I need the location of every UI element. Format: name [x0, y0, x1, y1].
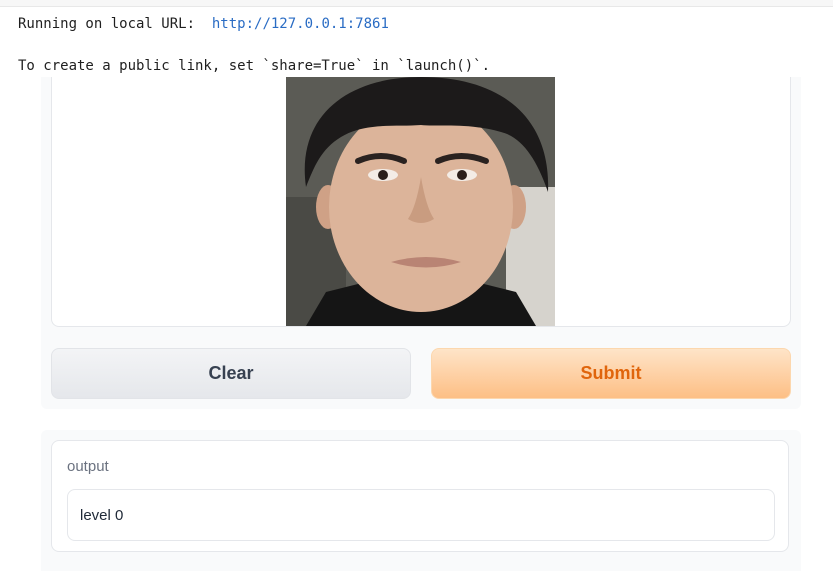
console-running-text: Running on local URL: [18, 16, 212, 32]
submit-button[interactable]: Submit [431, 348, 791, 399]
output-panel: output level 0 [51, 440, 789, 552]
clear-button[interactable]: Clear [51, 348, 411, 399]
image-input-panel[interactable] [51, 77, 791, 327]
console-share-hint: To create a public link, set `share=True… [18, 58, 491, 74]
top-strip [0, 0, 833, 7]
output-textbox[interactable]: level 0 [67, 489, 775, 541]
console-url-line: Running on local URL: http://127.0.0.1:7… [18, 14, 490, 34]
output-label: output [67, 458, 109, 475]
console-output: Running on local URL: http://127.0.0.1:7… [18, 14, 490, 76]
local-url-link[interactable]: http://127.0.0.1:7861 [212, 16, 389, 32]
face-photo [286, 77, 555, 326]
